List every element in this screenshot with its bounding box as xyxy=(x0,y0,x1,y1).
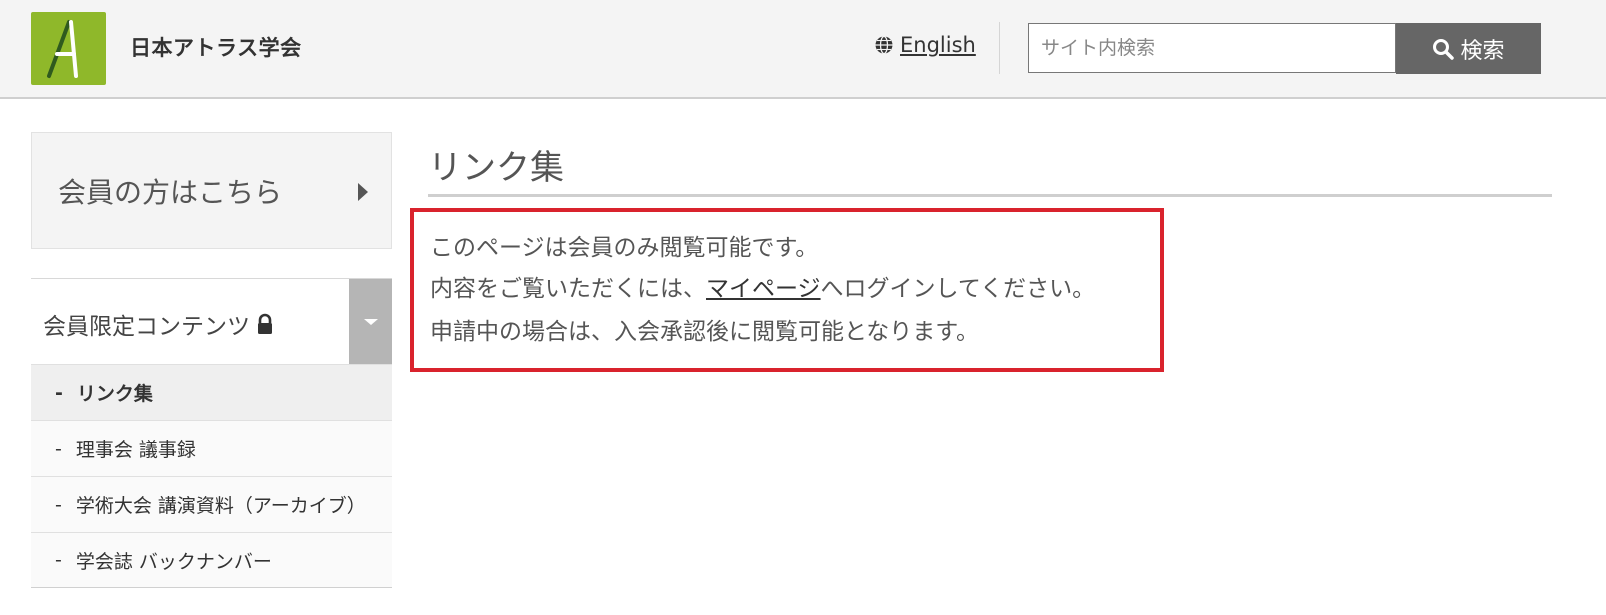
globe-icon xyxy=(875,35,893,55)
member-box-label: 会員の方はこちら xyxy=(58,176,283,209)
menu-collapse-toggle[interactable] xyxy=(349,279,392,364)
logo-letter-icon xyxy=(47,20,78,78)
members-only-notice: このページは会員のみ閲覧可能です。 内容をご覧いただくには、マイページへログイン… xyxy=(410,208,1164,372)
members-only-menu-title: 会員限定コンテンツ xyxy=(43,307,274,341)
list-dash: - xyxy=(55,381,63,404)
submenu-item-board-minutes[interactable]: - 理事会 議事録 xyxy=(31,420,392,476)
search-button-label: 検索 xyxy=(1460,38,1505,64)
notice-line-2: 内容をご覧いただくには、マイページへログインしてください。 xyxy=(430,269,1095,303)
site-logo[interactable] xyxy=(31,12,106,85)
submenu-item-label: 学術大会 講演資料（アーカイブ） xyxy=(75,495,366,517)
english-link-label: English xyxy=(900,33,976,57)
members-only-menu-header: 会員限定コンテンツ xyxy=(31,278,392,364)
list-dash: - xyxy=(55,549,62,571)
submenu-item-label: リンク集 xyxy=(76,383,153,405)
submenu-item-conference-archive[interactable]: - 学術大会 講演資料（アーカイブ） xyxy=(31,476,392,532)
search-button[interactable]: 検索 xyxy=(1396,23,1541,74)
submenu-item-links[interactable]: - リンク集 xyxy=(31,364,392,420)
submenu-item-label: 学会誌 バックナンバー xyxy=(75,550,272,573)
submenu-item-label: 理事会 議事録 xyxy=(75,439,196,461)
list-dash: - xyxy=(55,493,62,516)
members-only-submenu: - リンク集 - 理事会 議事録 - 学術大会 講演資料（アーカイブ） - 学会… xyxy=(31,364,392,588)
member-login-box[interactable]: 会員の方はこちら xyxy=(31,132,392,249)
site-header: 日本アトラス学会 English 検索 xyxy=(0,0,1606,99)
site-search-input[interactable] xyxy=(1028,23,1396,73)
notice-line-1: このページは会員のみ閲覧可能です。 xyxy=(430,235,819,261)
search-icon xyxy=(1433,38,1455,60)
lock-icon xyxy=(258,313,272,334)
english-language-link[interactable]: English xyxy=(874,33,976,57)
notice-line-2-suffix: へログインしてください。 xyxy=(820,276,1096,302)
members-only-label: 会員限定コンテンツ xyxy=(43,314,250,340)
title-divider xyxy=(428,194,1552,197)
list-dash: - xyxy=(55,437,62,460)
submenu-item-journal-backnumbers[interactable]: - 学会誌 バックナンバー xyxy=(31,532,392,588)
site-title[interactable]: 日本アトラス学会 xyxy=(130,32,302,62)
notice-line-2-prefix: 内容をご覧いただくには、 xyxy=(430,276,706,302)
chevron-right-icon xyxy=(358,183,368,201)
mypage-link[interactable]: マイページ xyxy=(706,276,821,302)
page-title: リンク集 xyxy=(428,148,564,188)
header-divider xyxy=(999,22,1000,74)
notice-line-3: 申請中の場合は、入会承認後に閲覧可能となります。 xyxy=(430,319,980,345)
